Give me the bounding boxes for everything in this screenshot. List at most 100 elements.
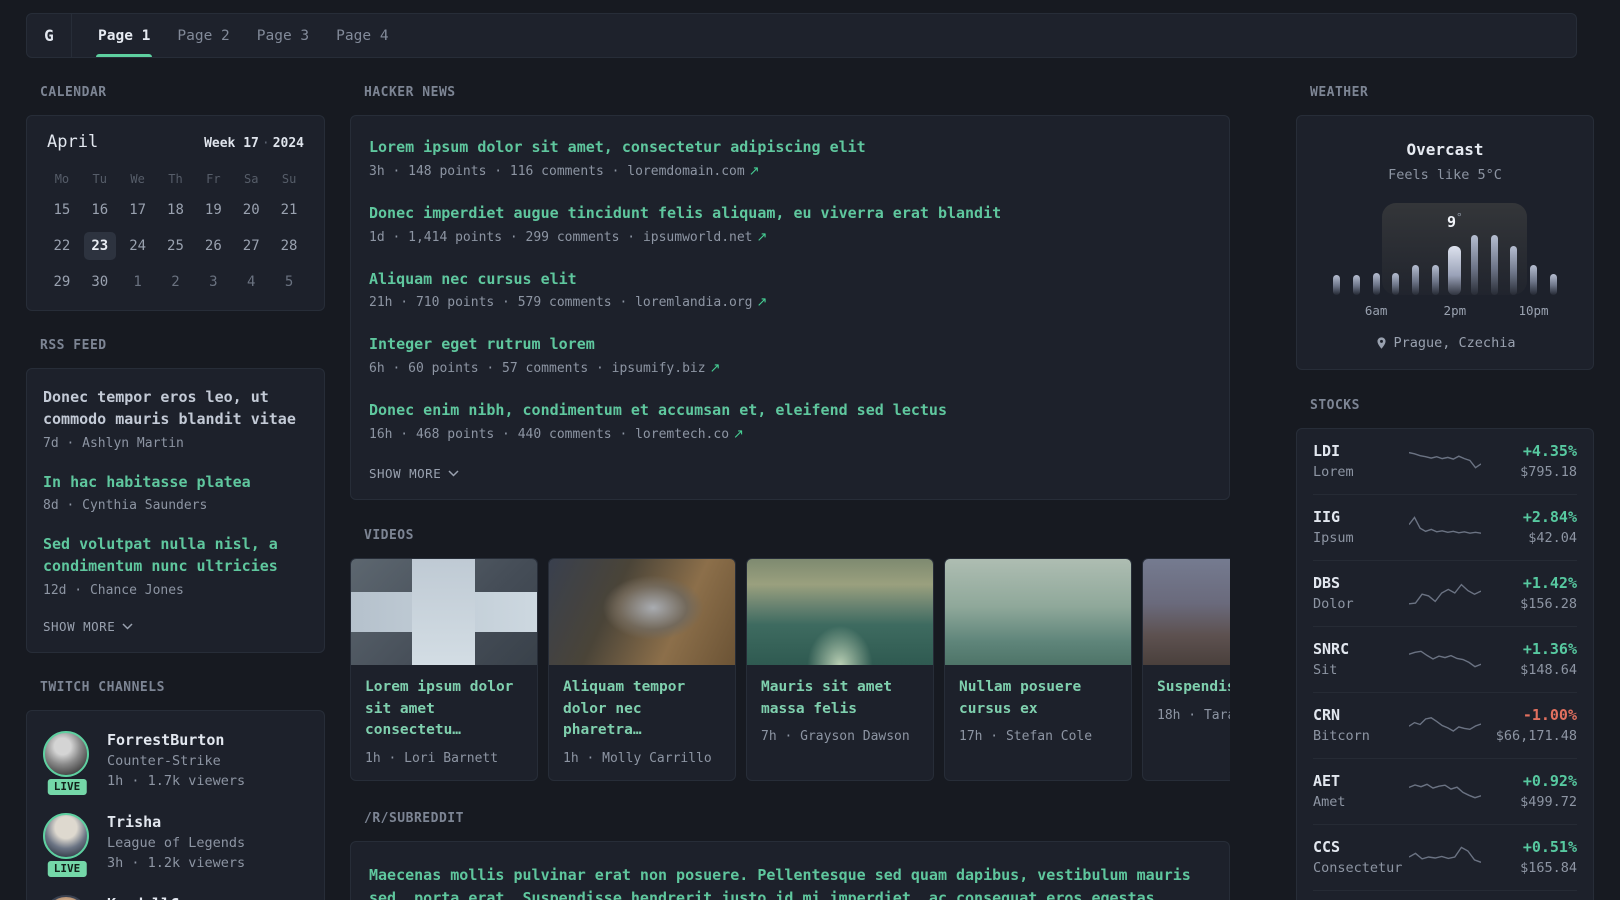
video-thumbnail[interactable] [1143, 558, 1230, 665]
rss-show-more-button[interactable]: SHOW MORE [43, 619, 308, 634]
twitch-channel-row: KendallCarr [43, 894, 308, 900]
calendar-day[interactable]: 22 [46, 232, 78, 260]
video-title[interactable]: Nullam posuere cursus ex [959, 677, 1117, 721]
stock-ticker[interactable]: AET [1313, 772, 1409, 790]
subreddit-card: Maecenas mollis pulvinar erat non posuer… [350, 841, 1230, 900]
subreddit-widget-title: /R/SUBREDDIT [364, 811, 464, 826]
avatar[interactable] [43, 812, 89, 859]
hackernews-item-title[interactable]: Lorem ipsum dolor sit amet, consectetur … [369, 137, 1211, 159]
avatar[interactable] [43, 730, 89, 777]
hackernews-item-domain[interactable]: loremdomain.com [627, 164, 744, 179]
calendar-day[interactable]: 27 [235, 232, 267, 260]
stock-ticker[interactable]: IIG [1313, 508, 1409, 526]
stock-row: AET Amet +0.92% $499.72 [1313, 758, 1577, 824]
calendar-day[interactable]: 21 [273, 196, 305, 224]
weather-bar-slot [1327, 275, 1347, 295]
rss-show-more-label: SHOW MORE [43, 618, 116, 634]
stock-price: $148.64 [1520, 662, 1577, 678]
hackernews-item-title[interactable]: Integer eget rutrum lorem [369, 334, 1211, 356]
stock-info: CRN Bitcorn [1313, 706, 1409, 744]
calendar-day[interactable]: 20 [235, 196, 267, 224]
calendar-day[interactable]: 15 [46, 196, 78, 224]
calendar-day[interactable]: 29 [46, 268, 78, 296]
weather-bar-slot [1504, 246, 1524, 295]
calendar-day-cell: 16 [81, 192, 119, 228]
stock-change: +1.42% [1522, 574, 1577, 592]
stock-row: DBS Dolor +1.42% $156.28 [1313, 560, 1577, 626]
rss-card: Donec tempor eros leo, ut commodo mauris… [26, 368, 325, 653]
hackernews-item-domain[interactable]: loremtech.co [635, 427, 729, 442]
rss-item-title[interactable]: In hac habitasse platea [43, 472, 308, 494]
weather-bar [1333, 275, 1341, 295]
calendar-day[interactable]: 17 [122, 196, 154, 224]
twitch-channel-name[interactable]: KendallCarr [107, 895, 206, 900]
video-card: Nullam posuere cursus ex 17h · Stefan Col… [944, 557, 1132, 781]
calendar-day[interactable]: 30 [84, 268, 116, 296]
app-logo[interactable]: G [27, 14, 71, 57]
tab-page-2[interactable]: Page 2 [165, 14, 241, 57]
hackernews-item-domain[interactable]: ipsumworld.net [643, 230, 753, 245]
calendar-day[interactable]: 16 [84, 196, 116, 224]
calendar-day[interactable]: 3 [197, 268, 229, 296]
video-title[interactable]: Lorem ipsum dolor sit amet consectetu… [365, 677, 523, 742]
calendar-day[interactable]: 24 [122, 232, 154, 260]
hackernews-item-title[interactable]: Aliquam nec cursus elit [369, 269, 1211, 291]
weather-location: Prague, Czechia [1313, 335, 1577, 351]
stocks-widget-title: STOCKS [1310, 398, 1360, 413]
hackernews-item-domain[interactable]: loremlandia.org [635, 295, 752, 310]
calendar-day[interactable]: 25 [159, 232, 191, 260]
twitch-channel-meta: 3h · 1.2k viewers [107, 854, 246, 871]
rss-item-title[interactable]: Sed volutpat nulla nisl, a condimentum n… [43, 534, 308, 578]
calendar-day[interactable]: 2 [159, 268, 191, 296]
stock-ticker[interactable]: DBS [1313, 574, 1409, 592]
video-title[interactable]: Suspendisse diam [1157, 677, 1230, 699]
stock-ticker[interactable]: CCS [1313, 838, 1409, 856]
subreddit-post-title[interactable]: Maecenas mollis pulvinar erat non posuer… [369, 864, 1211, 900]
video-title[interactable]: Aliquam tempor dolor nec pharetra… [563, 677, 721, 742]
hackernews-show-more-button[interactable]: SHOW MORE [369, 466, 1211, 481]
video-thumbnail[interactable] [351, 558, 537, 665]
calendar-day-cell: 30 [81, 264, 119, 300]
hackernews-item-domain[interactable]: ipsumify.biz [612, 361, 706, 376]
hackernews-item-meta: 3h · 148 points · 116 comments · loremdo… [369, 164, 1211, 179]
hackernews-item-title[interactable]: Donec enim nibh, condimentum et accumsan… [369, 400, 1211, 422]
calendar-day[interactable]: 1 [122, 268, 154, 296]
calendar-day[interactable]: 18 [159, 196, 191, 224]
hackernews-item: Lorem ipsum dolor sit amet, consectetur … [369, 137, 1211, 179]
twitch-channel-name[interactable]: ForrestBurton [107, 731, 245, 749]
twitch-channel-category[interactable]: League of Legends [107, 835, 245, 851]
rss-item-title[interactable]: Donec tempor eros leo, ut commodo mauris… [43, 387, 308, 431]
video-meta: 1h · Lori Barnett [365, 751, 499, 766]
calendar-day[interactable]: 19 [197, 196, 229, 224]
stock-info: IIG Ipsum [1313, 508, 1409, 546]
video-thumbnail[interactable] [549, 558, 735, 665]
stock-sparkline [1409, 446, 1481, 476]
hackernews-card: Lorem ipsum dolor sit amet, consectetur … [350, 115, 1230, 500]
video-card-body: Suspendisse diam 18h · Tara [1143, 665, 1230, 737]
tab-page-3[interactable]: Page 3 [245, 14, 321, 57]
calendar-day[interactable]: 5 [273, 268, 305, 296]
video-title[interactable]: Mauris sit amet massa felis [761, 677, 919, 721]
video-thumbnail[interactable] [747, 558, 933, 665]
calendar-day-selected[interactable]: 23 [83, 232, 116, 260]
stock-ticker[interactable]: LDI [1313, 442, 1409, 460]
calendar-day[interactable]: 4 [235, 268, 267, 296]
stock-ticker[interactable]: SNRC [1313, 640, 1409, 658]
calendar-day[interactable]: 28 [273, 232, 305, 260]
avatar[interactable] [43, 894, 89, 900]
weather-time-label: 2pm [1443, 303, 1467, 318]
hackernews-item-title[interactable]: Donec imperdiet augue tincidunt felis al… [369, 203, 1211, 225]
twitch-channel-name[interactable]: Trisha [107, 813, 245, 831]
tab-page-4[interactable]: Page 4 [324, 14, 400, 57]
video-thumbnail[interactable] [945, 558, 1131, 665]
hackernews-item-meta-text: 21h · 710 points · 579 comments · [369, 295, 636, 311]
degree-symbol: ° [1456, 211, 1463, 224]
stock-ticker[interactable]: CRN [1313, 706, 1409, 724]
tab-page-1[interactable]: Page 1 [86, 14, 162, 57]
twitch-channel-row: LIVE Trisha League of Legends 3h · 1.2k vie… [43, 812, 308, 879]
twitch-channel-category[interactable]: Counter-Strike [107, 753, 245, 769]
weather-bar-slot [1366, 273, 1386, 295]
calendar-day[interactable]: 26 [197, 232, 229, 260]
calendar-day-cell: 26 [194, 228, 232, 264]
calendar-day-cell: 2 [157, 264, 195, 300]
